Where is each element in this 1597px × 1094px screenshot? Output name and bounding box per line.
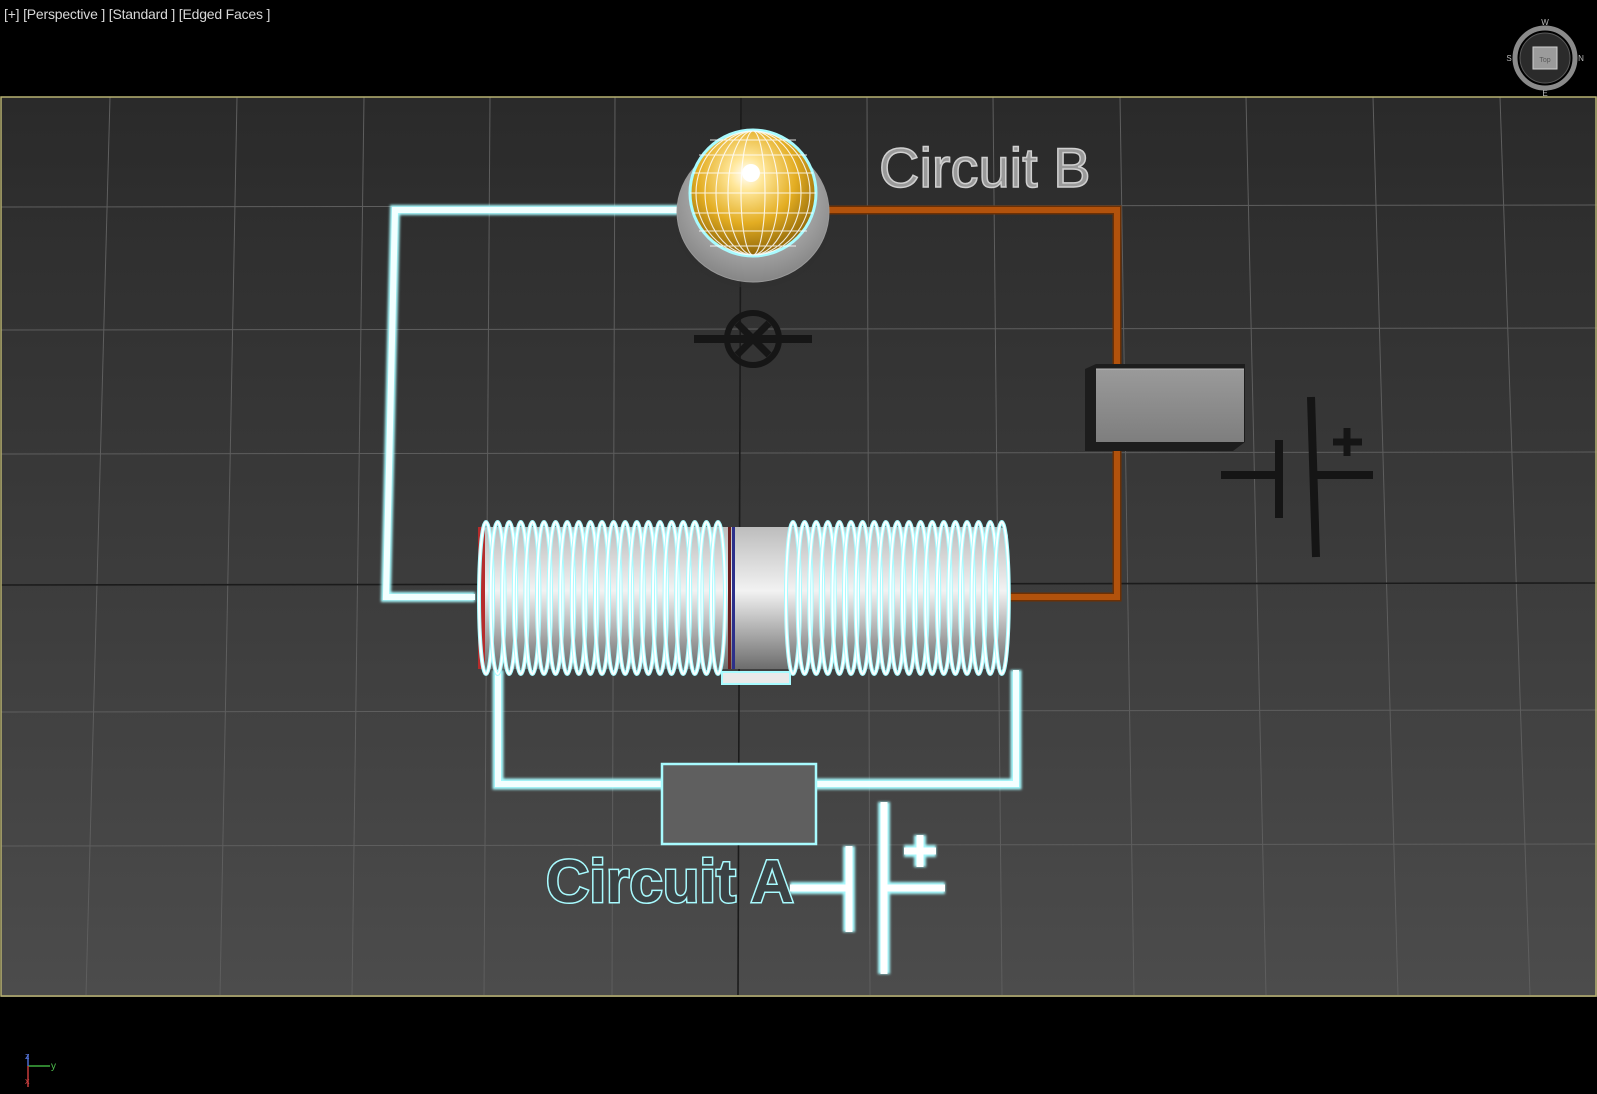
compass-south-label: S [1506,54,1511,63]
circuit-a-switch-box[interactable] [660,762,818,846]
axis-x-label: x [25,1076,30,1086]
perspective-viewport[interactable]: Circuit B Circuit A [0,0,1597,1094]
electromagnet-coil[interactable] [477,520,1011,685]
3d-viewport-window: [+] [Perspective ] [Standard ] [Edged Fa… [0,0,1597,1094]
viewcube-compass[interactable]: Top W N E S [1505,18,1585,98]
circuit-b-switch-box[interactable] [1085,364,1245,451]
viewcube-face-label: Top [1539,57,1550,64]
circuit-b-label[interactable]: Circuit B [878,135,1091,200]
core-center-mark-red [728,527,731,669]
compass-east-label: E [1542,89,1547,98]
compass-west-label: W [1541,18,1549,27]
compass-north-label: N [1578,54,1584,63]
core-center-mark-blue [732,527,735,669]
circuit-a-label[interactable]: Circuit A [545,847,796,917]
axis-y-label: y [51,1061,56,1072]
axis-tripod-gizmo: z y x [25,1053,56,1087]
axis-z-label: z [25,1053,30,1061]
